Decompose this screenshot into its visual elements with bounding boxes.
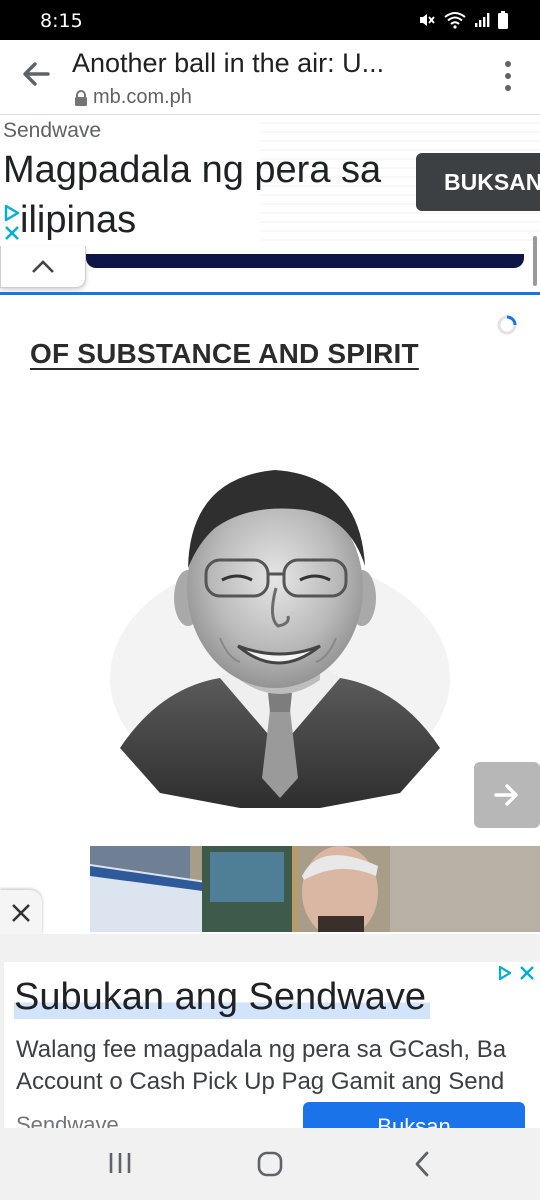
page-divider: [0, 292, 540, 295]
close-icon: [12, 904, 30, 922]
battery-icon: [498, 11, 508, 29]
top-ad-headline: Magpadala ng pera sa ilipinas: [3, 145, 423, 245]
mute-icon: [420, 14, 435, 26]
top-ad-banner[interactable]: Sendwave Magpadala ng pera sa ilipinas B…: [0, 114, 540, 246]
bottom-ad-body-line1: Walang fee magpadala ng pera sa GCash, B…: [16, 1036, 507, 1063]
top-ad-cta-button[interactable]: BUKSAN: [416, 153, 540, 211]
article-photo-thumbnail[interactable]: [90, 846, 540, 932]
bottom-ad-banner[interactable]: Subukan ang Sendwave Walang fee magpadal…: [0, 934, 540, 1142]
adchoices-icon[interactable]: [496, 964, 514, 982]
ad-close-icon[interactable]: [3, 224, 21, 242]
next-article-button[interactable]: [474, 762, 540, 828]
home-icon[interactable]: [256, 1150, 284, 1178]
top-ad-headline-line1: Magpadala ng pera sa: [3, 149, 382, 191]
page-title: Another ball in the air: U...: [72, 48, 385, 78]
status-time: 8:15: [40, 10, 83, 32]
ad-close-icon[interactable]: [518, 964, 536, 982]
ad-navy-strip: [86, 254, 524, 268]
close-sticky-ad-button[interactable]: [0, 890, 42, 934]
columnist-portrait-image: [110, 470, 450, 808]
collapse-ad-button[interactable]: [0, 246, 86, 288]
status-bar: 8:15: [0, 0, 540, 40]
section-title[interactable]: OF SUBSTANCE AND SPIRIT: [30, 338, 419, 370]
url-text: mb.com.ph: [93, 86, 192, 108]
bottom-ad-headline[interactable]: Subukan ang Sendwave: [14, 976, 430, 1019]
recent-apps-icon[interactable]: [108, 1150, 132, 1176]
signal-icon: [475, 13, 490, 27]
arrow-right-icon: [494, 784, 518, 806]
scrollbar-thumb[interactable]: [533, 236, 537, 286]
top-ad-advertiser: Sendwave: [3, 119, 102, 142]
bottom-ad-body-line2: Account o Cash Pick Up Pag Gamit ang Sen…: [16, 1068, 505, 1095]
adchoices-icon[interactable]: [2, 203, 22, 223]
loading-spinner-icon: [497, 315, 517, 335]
system-navigation-bar: [0, 1128, 540, 1200]
more-options-icon[interactable]: [500, 58, 516, 94]
wifi-icon: [444, 12, 466, 29]
bottom-ad-icons: [496, 964, 536, 982]
bottom-ad-body: Walang fee magpadala ng pera sa GCash, B…: [16, 1034, 536, 1098]
browser-toolbar: Another ball in the air: U... mb.com.ph: [0, 40, 540, 114]
status-icons: [418, 11, 508, 29]
back-arrow-icon[interactable]: [18, 56, 54, 92]
page-url: mb.com.ph: [74, 86, 192, 109]
lock-icon: [75, 89, 87, 106]
chevron-up-icon: [32, 260, 54, 273]
top-ad-headline-line2: ilipinas: [20, 199, 137, 241]
back-icon[interactable]: [412, 1150, 432, 1178]
